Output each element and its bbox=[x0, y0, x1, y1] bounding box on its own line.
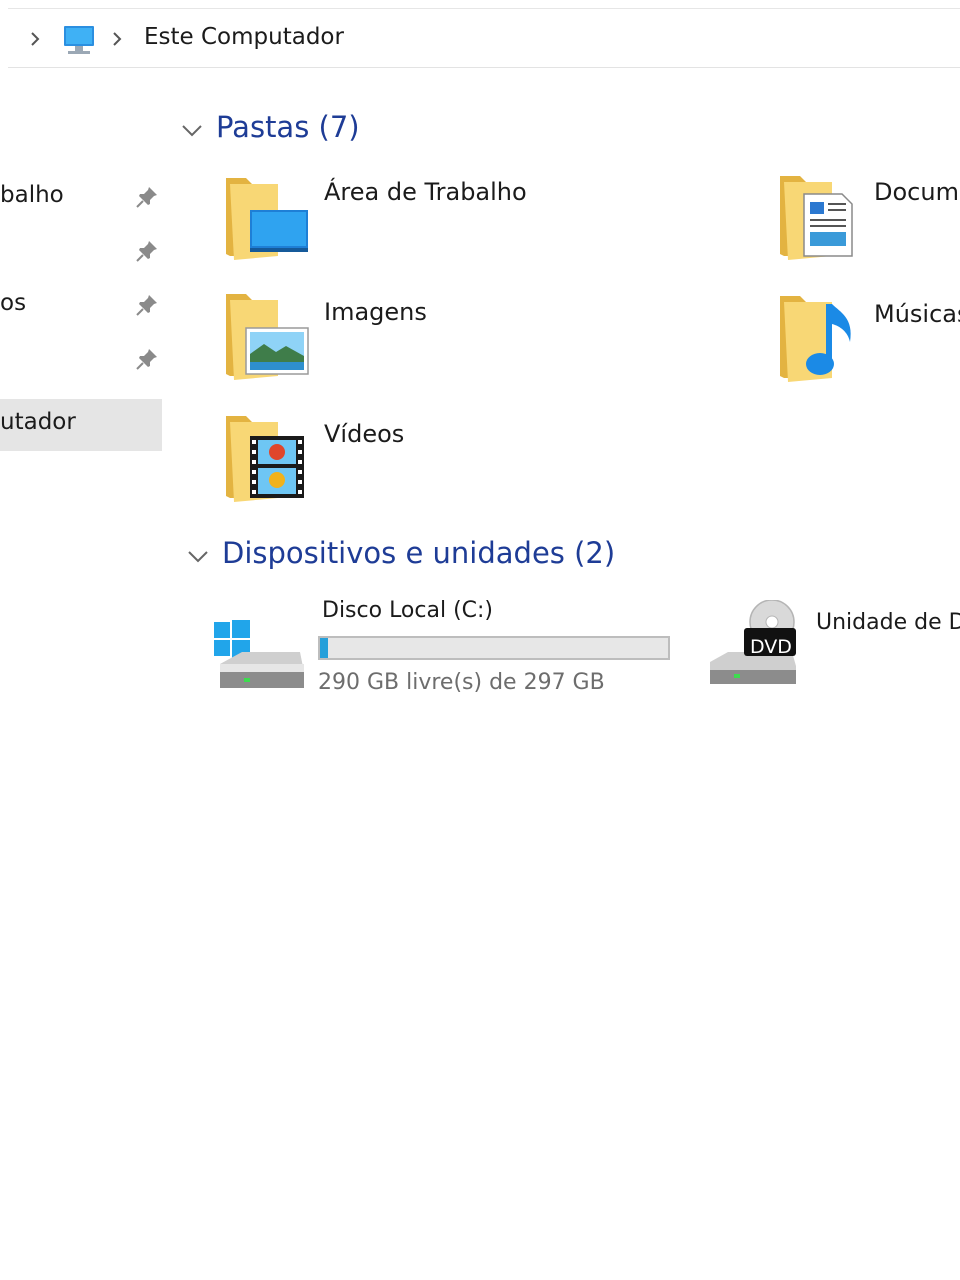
devices-group-title: Dispositivos e unidades (2) bbox=[222, 536, 616, 570]
windows-drive-icon bbox=[212, 616, 308, 712]
pin-icon bbox=[134, 346, 160, 372]
drive-tile-local-disk[interactable]: Disco Local (C:) 290 GB livre(s) de 297 … bbox=[212, 596, 682, 706]
music-folder-icon bbox=[774, 292, 870, 388]
nav-item-quick-access-3[interactable]: os bbox=[0, 280, 162, 332]
chevron-right-icon[interactable] bbox=[26, 29, 44, 49]
folder-tile-desktop[interactable]: Área de Trabalho bbox=[220, 170, 640, 270]
nav-item-quick-access-2[interactable] bbox=[0, 226, 162, 278]
folder-tile-pictures[interactable]: Imagens bbox=[220, 290, 640, 390]
chevron-right-icon[interactable] bbox=[108, 29, 126, 49]
drive-name: Disco Local (C:) bbox=[322, 598, 494, 623]
folders-group-header[interactable]: Pastas (7) bbox=[180, 110, 480, 154]
pin-icon bbox=[134, 292, 160, 318]
pin-icon bbox=[134, 238, 160, 264]
nav-item-quick-access-4[interactable] bbox=[0, 334, 162, 386]
drive-usage-bar bbox=[318, 636, 670, 660]
pictures-folder-icon bbox=[220, 290, 316, 386]
videos-folder-icon bbox=[220, 412, 316, 508]
folder-label: Docume bbox=[874, 178, 960, 206]
folder-label: Vídeos bbox=[324, 420, 405, 448]
desktop-folder-icon bbox=[220, 170, 316, 266]
pin-icon bbox=[134, 184, 160, 210]
documents-folder-icon bbox=[774, 170, 870, 266]
nav-item-label: balho bbox=[0, 182, 64, 208]
folders-group-title: Pastas (7) bbox=[216, 110, 360, 144]
drive-free-space: 290 GB livre(s) de 297 GB bbox=[318, 670, 605, 695]
drive-usage-fill bbox=[320, 638, 329, 658]
folder-label: Imagens bbox=[324, 298, 427, 326]
folder-tile-videos[interactable]: Vídeos bbox=[220, 412, 640, 512]
chevron-down-icon[interactable] bbox=[180, 120, 204, 140]
devices-group-header[interactable]: Dispositivos e unidades (2) bbox=[186, 536, 626, 580]
folder-label: Área de Trabalho bbox=[324, 178, 527, 206]
nav-item-label: os bbox=[0, 290, 27, 316]
nav-item-quick-access-1[interactable]: balho bbox=[0, 172, 162, 224]
drive-name: Unidade de DV bbox=[816, 610, 960, 635]
nav-item-label: utador bbox=[0, 409, 76, 435]
drive-tile-dvd[interactable]: DVD Unidade de DV bbox=[704, 596, 960, 706]
folder-label: Músicas bbox=[874, 300, 960, 328]
folder-tile-music[interactable]: Músicas bbox=[774, 292, 960, 392]
chevron-down-icon[interactable] bbox=[186, 546, 210, 566]
breadcrumb-location[interactable]: Este Computador bbox=[144, 24, 344, 50]
computer-icon bbox=[62, 23, 96, 57]
address-bar[interactable]: Este Computador bbox=[8, 8, 960, 68]
dvd-badge: DVD bbox=[750, 636, 792, 658]
folder-tile-documents[interactable]: Docume bbox=[774, 170, 960, 270]
nav-item-this-pc[interactable]: utador bbox=[0, 399, 162, 451]
